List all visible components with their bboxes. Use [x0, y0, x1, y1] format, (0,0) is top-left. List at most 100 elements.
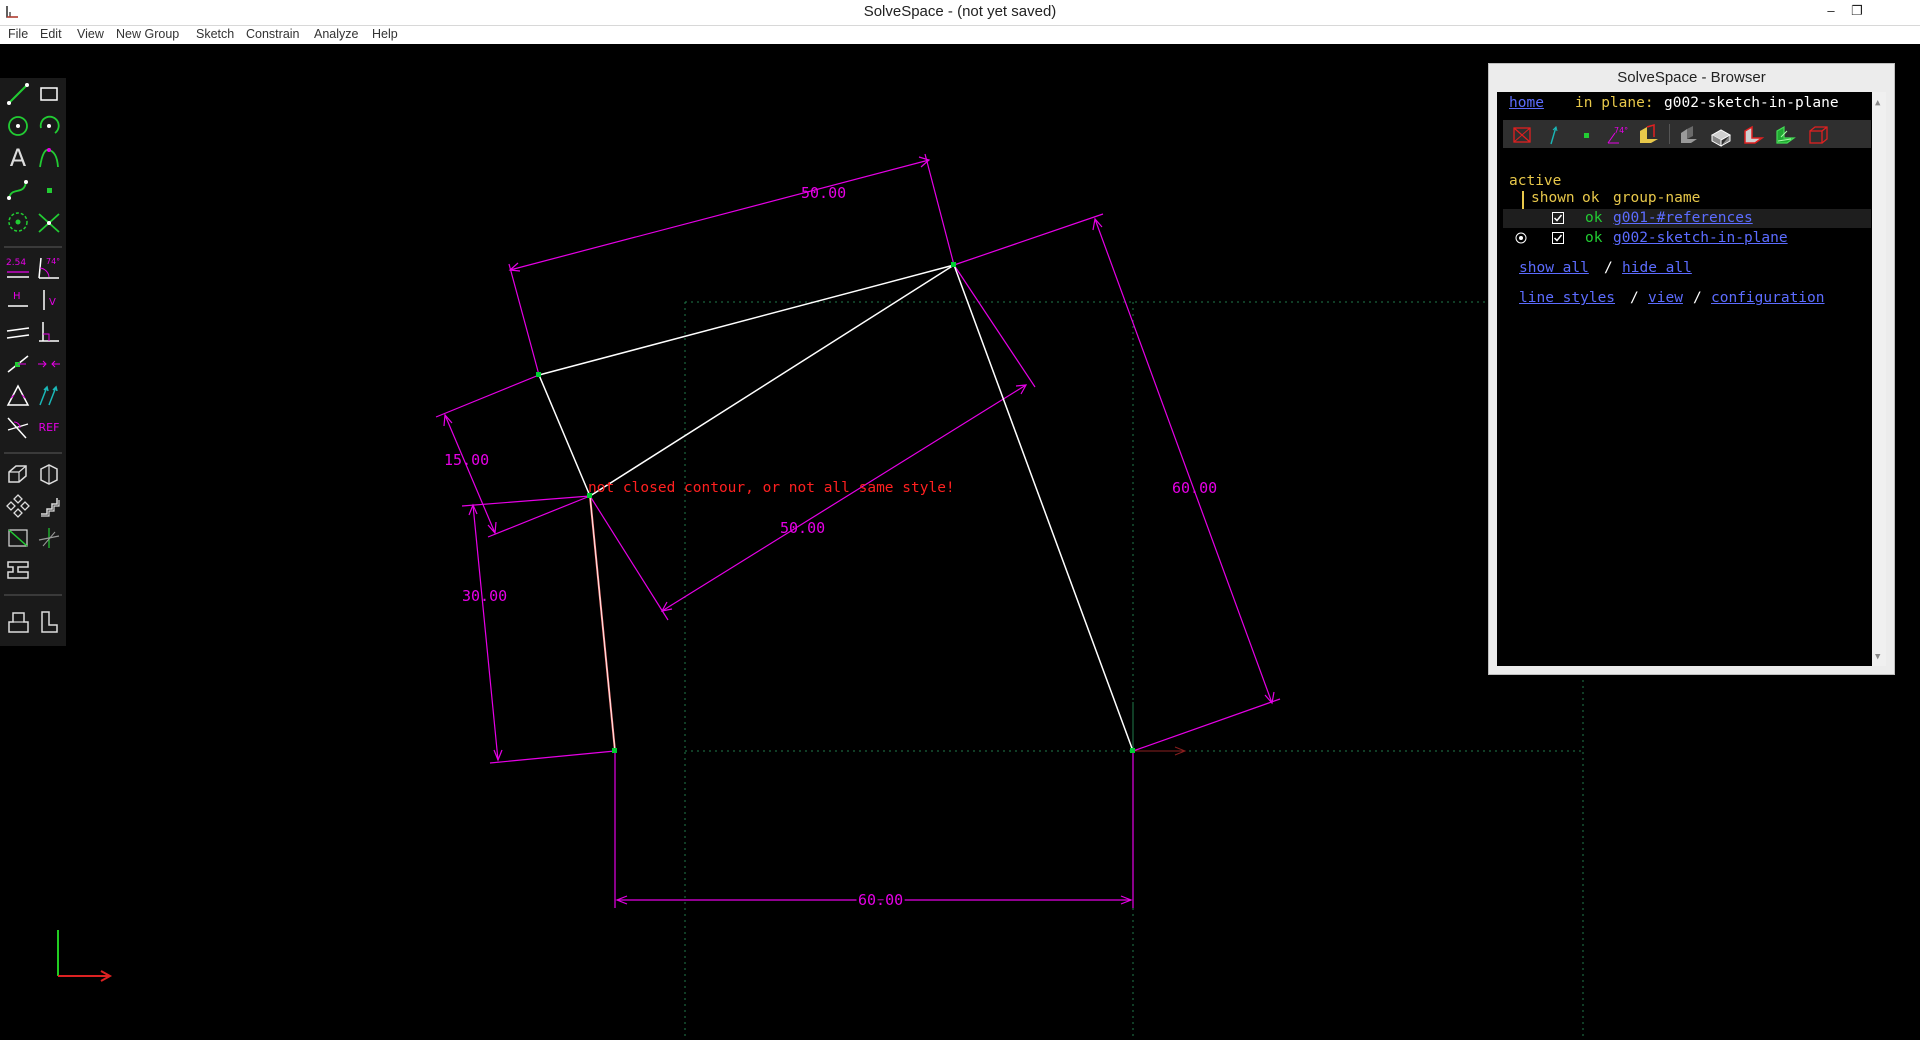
- step-translate-tool[interactable]: [4, 460, 32, 488]
- normal-display-icon[interactable]: [1543, 124, 1565, 146]
- group-2-name-link[interactable]: g002-sketch-in-plane: [1613, 230, 1788, 246]
- construction-tool[interactable]: [4, 208, 32, 236]
- workplane-tool[interactable]: [4, 524, 32, 552]
- line-right[interactable]: [953, 264, 1134, 752]
- line-top[interactable]: [538, 264, 955, 376]
- step-translate-icon: [8, 465, 27, 483]
- parallel-icon: [6, 327, 30, 339]
- point-on-entity-tool[interactable]: [4, 350, 32, 378]
- menu-sketch[interactable]: Sketch: [196, 27, 234, 41]
- extrude-tool[interactable]: [4, 492, 32, 520]
- reference-workplane: [684, 301, 1590, 1040]
- mesh-display-icon[interactable]: [1773, 123, 1797, 147]
- link-separator: /: [1630, 290, 1639, 306]
- point-display-icon[interactable]: [1575, 124, 1597, 146]
- vertical-constraint-tool[interactable]: V: [35, 286, 63, 314]
- assemble-tool[interactable]: [4, 608, 32, 636]
- import-tool[interactable]: [4, 556, 32, 584]
- bezier-tool[interactable]: [4, 176, 32, 204]
- rectangle-tool[interactable]: [35, 80, 63, 108]
- toolbar-separator: [4, 594, 62, 596]
- restore-button[interactable]: ❐: [1846, 2, 1868, 20]
- dim-label-right-60[interactable]: 60.00: [1172, 479, 1217, 497]
- sketch-geometry[interactable]: [538, 264, 1134, 752]
- view-link[interactable]: view: [1648, 290, 1683, 306]
- text-tool[interactable]: A: [4, 144, 32, 172]
- point-tool[interactable]: [35, 176, 63, 204]
- workplane-icon: [8, 529, 28, 547]
- horizontal-constraint-tool[interactable]: H: [4, 286, 32, 314]
- reference-dimension-tool[interactable]: REF: [35, 414, 63, 442]
- workplane-display-icon[interactable]: [1511, 124, 1533, 146]
- svg-text:H: H: [13, 291, 21, 302]
- other-supplementary-tool[interactable]: [4, 414, 32, 442]
- dimension-labels: 50.00 60.00 15.00 30.00 50.00 60.00: [444, 184, 1217, 912]
- symmetric-constraint-tool[interactable]: [35, 350, 63, 378]
- line-diagonal[interactable]: [589, 264, 955, 497]
- nav-home-link[interactable]: home: [1509, 95, 1544, 111]
- menu-analyze[interactable]: Analyze: [314, 27, 358, 41]
- column-group-name: group-name: [1613, 190, 1701, 206]
- vertical-constraint-icon: V: [43, 290, 56, 310]
- minimize-button[interactable]: –: [1820, 2, 1842, 20]
- toolbar-separator: [4, 246, 62, 248]
- scroll-up-icon[interactable]: ▲: [1875, 98, 1880, 108]
- lathe-tool[interactable]: [35, 492, 63, 520]
- hidden-lines-display-icon[interactable]: [1807, 124, 1829, 146]
- dim-label-left-30[interactable]: 30.00: [462, 587, 507, 605]
- sketch-3d-tool[interactable]: [35, 524, 63, 552]
- perpendicular-constraint-tool[interactable]: [35, 318, 63, 346]
- step-rotate-icon: [40, 464, 58, 485]
- menu-new-group[interactable]: New Group: [116, 27, 179, 41]
- toolbar-separator: [4, 452, 62, 454]
- dim-label-top-50[interactable]: 50.00: [801, 184, 846, 202]
- group-1-name-link[interactable]: g001-#references: [1613, 210, 1753, 226]
- point-d[interactable]: [612, 748, 617, 753]
- browser-scrollbar[interactable]: ▲ ▼: [1872, 92, 1886, 666]
- faces-display-icon[interactable]: [1637, 123, 1661, 147]
- angle-dimension-tool[interactable]: 74°: [35, 254, 63, 282]
- group-1-shown-checkbox[interactable]: [1552, 212, 1564, 224]
- dim-label-left-15[interactable]: 15.00: [444, 451, 489, 469]
- line-styles-link[interactable]: line styles: [1519, 290, 1615, 306]
- symmetric-icon: [38, 360, 60, 368]
- lathe-icon: [41, 498, 60, 517]
- menu-constrain[interactable]: Constrain: [246, 27, 300, 41]
- group-2-shown-checkbox[interactable]: [1552, 232, 1564, 244]
- distance-dimension-tool[interactable]: 2.54: [4, 254, 32, 282]
- line-left-short[interactable]: [538, 374, 591, 497]
- parallel-constraint-tool[interactable]: [4, 318, 32, 346]
- nearest-iso-tool[interactable]: [35, 608, 63, 636]
- arc-tool[interactable]: [35, 112, 63, 140]
- same-orientation-icon: [39, 385, 58, 406]
- point-b[interactable]: [951, 262, 956, 267]
- line-tool[interactable]: [4, 80, 32, 108]
- constraint-display-icon[interactable]: 74°: [1605, 124, 1631, 146]
- sketch-points[interactable]: [536, 262, 1135, 753]
- step-rotate-tool[interactable]: [35, 460, 63, 488]
- menu-edit[interactable]: Edit: [40, 27, 62, 41]
- same-orientation-tool[interactable]: [35, 382, 63, 410]
- dim-label-diag-50[interactable]: 50.00: [780, 519, 825, 537]
- group-2-active-radio[interactable]: [1515, 232, 1527, 244]
- hide-all-link[interactable]: hide all: [1622, 260, 1692, 276]
- split-tool[interactable]: [35, 208, 63, 236]
- outline-display-icon[interactable]: [1741, 123, 1765, 147]
- configuration-link[interactable]: configuration: [1711, 290, 1825, 306]
- tangent-arc-tool[interactable]: [35, 144, 63, 172]
- menu-file[interactable]: File: [8, 27, 28, 41]
- show-all-link[interactable]: show all: [1519, 260, 1589, 276]
- nearest-iso-icon: [41, 611, 58, 633]
- circle-tool[interactable]: [4, 112, 32, 140]
- menu-bar: File Edit View New Group Sketch Constrai…: [0, 26, 1920, 44]
- solid-display-icon[interactable]: [1677, 123, 1701, 147]
- equal-constraint-tool[interactable]: [4, 382, 32, 410]
- shaded-display-icon[interactable]: [1709, 123, 1733, 147]
- scroll-down-icon[interactable]: ▼: [1875, 652, 1880, 662]
- point-e[interactable]: [1130, 748, 1135, 753]
- menu-help[interactable]: Help: [372, 27, 398, 41]
- menu-view[interactable]: View: [77, 27, 104, 41]
- point-a[interactable]: [536, 372, 541, 377]
- dim-label-bottom-60[interactable]: 60.00: [856, 889, 906, 912]
- browser-pane: home in plane: g002-sketch-in-plane 74° …: [1497, 92, 1886, 666]
